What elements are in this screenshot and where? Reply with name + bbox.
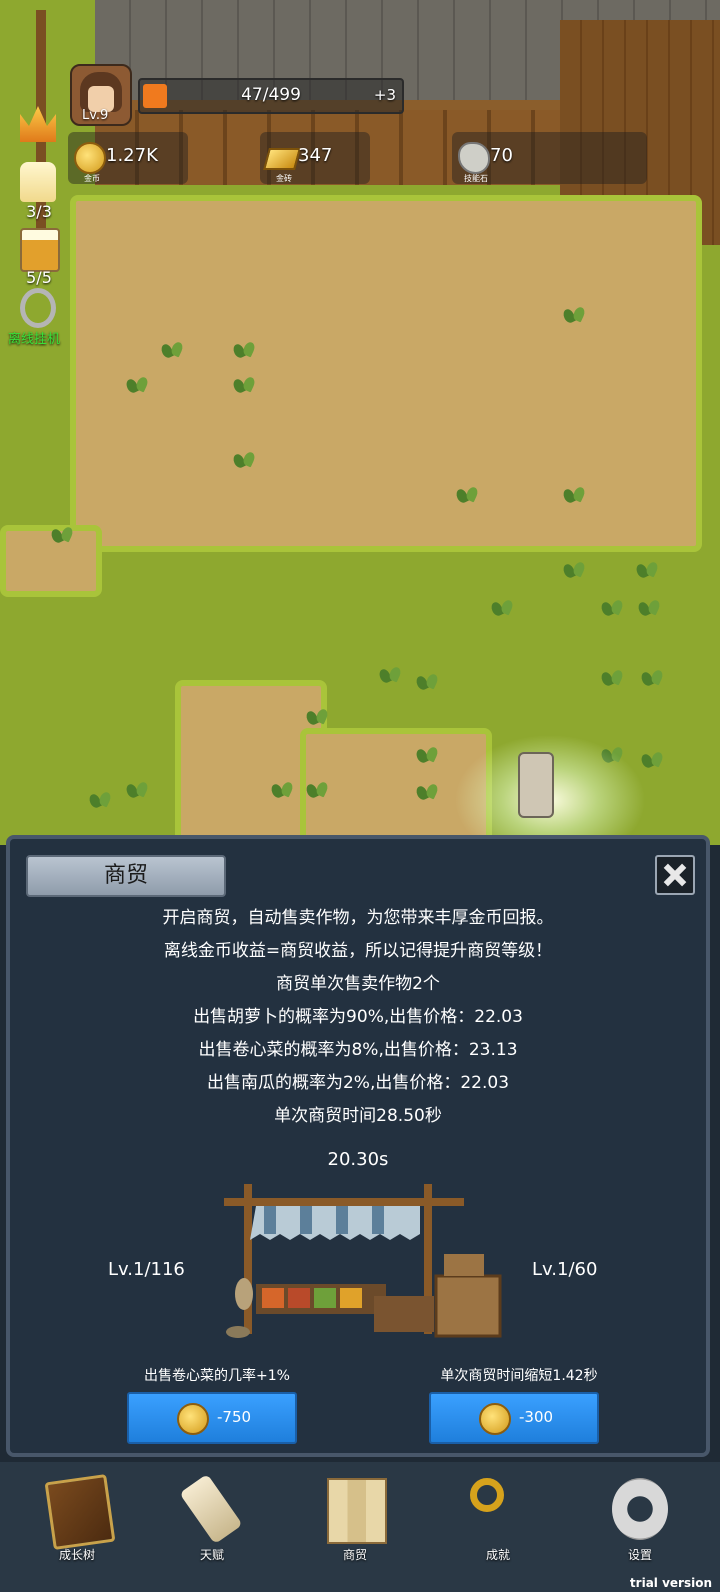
crown-button[interactable] [14,102,64,152]
crop-sprout[interactable] [415,745,441,765]
nav-trade[interactable]: 商贸 [315,1472,395,1582]
gold-ingot-value: 347 [298,145,333,166]
left-upgrade-cost: -750 [217,1408,252,1426]
right-upgrade-button[interactable]: -300 [429,1392,599,1444]
candle-icon [20,162,56,202]
skill-stone-icon [458,142,490,174]
gold-coin-icon [74,142,106,174]
crop-sprout[interactable] [232,340,258,360]
book-icon [44,1474,116,1550]
panel-desc-line: 出售卷心菜的概率为8%,出售价格：23.13 [198,1040,518,1060]
panel-title-tab: 商贸 [26,855,226,897]
crop-sprout[interactable] [415,782,441,802]
beer-icon [20,228,60,272]
trade-timer: 20.30s [327,1149,389,1170]
crop-sprout[interactable] [125,375,151,395]
candle-count: 3/3 [26,202,52,221]
close-icon[interactable] [655,855,695,895]
crop-sprout[interactable] [305,780,331,800]
panel-desc-line: 商贸单次售卖作物2个 [276,974,440,994]
gold-ingot-counter[interactable]: 347 金砖 [260,132,370,184]
nav-talent[interactable]: 天赋 [172,1472,252,1582]
gold-ingot-caption: 金砖 [276,174,292,183]
idle-label: 离线挂机 [8,332,61,347]
skill-stone-counter[interactable]: 70 技能石 [452,132,647,184]
nav-label: 成长树 [58,1548,95,1562]
nav-label: 成就 [485,1548,510,1562]
bottom-nav: 成长树 天赋 商贸 成就 设置 [0,1462,720,1592]
gold-coin-icon [177,1403,209,1435]
left-upgrade-level: Lv.1/116 [108,1259,185,1280]
crop-sprout[interactable] [490,598,516,618]
panel-desc-line: 出售胡萝卜的概率为90%,出售价格：22.03 [193,1007,523,1027]
xp-bar: 47/499 +3 [138,78,404,114]
key-icon [470,1478,504,1512]
xp-bonus: +3 [373,86,396,104]
gold-coin-caption: 金币 [84,174,100,183]
crop-sprout[interactable] [640,750,666,770]
panel-desc-line: 离线金币收益=商贸收益，所以记得提升商贸等级！ [163,941,553,961]
skill-stone-caption: 技能石 [464,174,488,183]
crop-sprout[interactable] [232,375,258,395]
nav-growth-tree[interactable]: 成长树 [37,1472,117,1582]
candle-button[interactable]: 3/3 [14,162,64,222]
farm-scene[interactable]: Lv.9 47/499 +3 1.27K 金币 347 金砖 70 技能石 3/… [0,0,720,845]
watermark: trial version [629,1576,712,1590]
map-icon [327,1478,387,1544]
nav-label: 商贸 [342,1548,367,1562]
crop-sprout[interactable] [125,780,151,800]
gold-coin-icon [479,1403,511,1435]
market-stall-illustration [224,1184,502,1338]
crop-sprout[interactable] [600,668,626,688]
crop-sprout[interactable] [50,525,76,545]
crop-sprout[interactable] [637,598,663,618]
nav-label: 设置 [627,1548,652,1562]
beer-button[interactable]: 5/5 [14,228,64,288]
crop-sprout[interactable] [270,780,296,800]
crop-sprout[interactable] [635,560,661,580]
nav-achievement[interactable]: 成就 [458,1472,538,1582]
crop-sprout[interactable] [640,668,666,688]
crop-sprout[interactable] [562,305,588,325]
nav-label: 天赋 [199,1548,224,1562]
gold-coin-counter[interactable]: 1.27K 金币 [68,132,188,184]
panel-desc-line: 开启商贸，自动售卖作物，为您带来丰厚金币回报。 [162,908,554,928]
scroll-icon [179,1473,243,1545]
crop-sprout[interactable] [562,560,588,580]
right-upgrade-cost: -300 [519,1408,554,1426]
crop-sprout[interactable] [562,485,588,505]
gold-ingot-icon [263,148,301,170]
xp-text: 47/499 [241,85,301,105]
gold-coin-value: 1.27K [106,145,158,166]
left-upgrade-button[interactable]: -750 [127,1392,297,1444]
spirit-npc[interactable] [518,752,554,818]
crown-icon [20,106,56,142]
crop-sprout[interactable] [88,790,114,810]
crop-sprout[interactable] [415,672,441,692]
left-upgrade-label: 出售卷心菜的几率+1% [144,1368,290,1384]
idle-key-icon [20,288,56,328]
skill-stone-value: 70 [490,145,513,166]
crop-sprout[interactable] [455,485,481,505]
crop-sprout[interactable] [600,598,626,618]
panel-desc-line: 单次商贸时间28.50秒 [274,1106,442,1126]
crop-sprout[interactable] [232,450,258,470]
crop-sprout[interactable] [378,665,404,685]
right-upgrade-level: Lv.1/60 [532,1259,598,1280]
beer-count: 5/5 [26,268,52,287]
upper-field [70,195,702,552]
player-level: Lv.9 [82,108,109,123]
nav-settings[interactable]: 设置 [600,1472,680,1582]
gear-icon [612,1478,668,1540]
crop-sprout[interactable] [160,340,186,360]
right-upgrade-label: 单次商贸时间缩短1.42秒 [440,1368,598,1384]
panel-desc-line: 出售南瓜的概率为2%,出售价格：22.03 [206,1073,510,1093]
crop-sprout[interactable] [305,707,331,727]
trade-panel: 商贸 开启商贸，自动售卖作物，为您带来丰厚金币回报。 离线金币收益=商贸收益，所… [6,835,710,1457]
